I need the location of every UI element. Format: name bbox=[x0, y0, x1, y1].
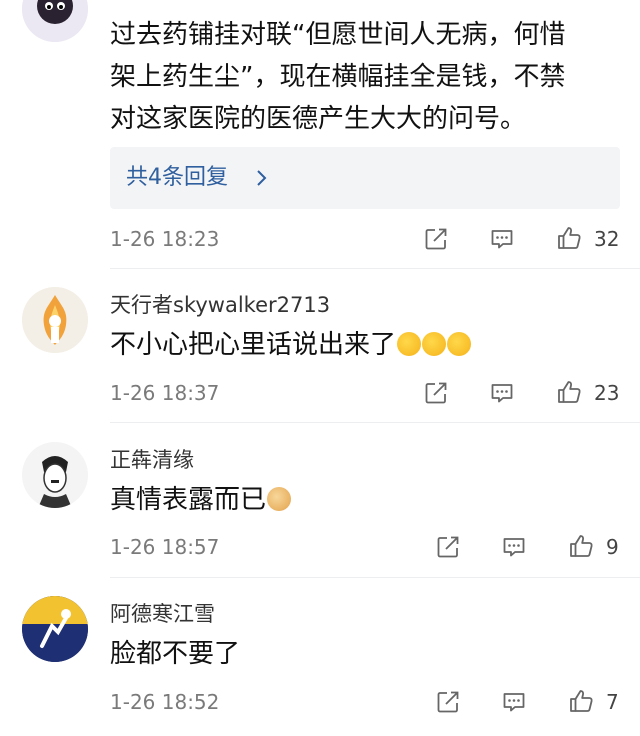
comment-icon[interactable] bbox=[500, 688, 528, 716]
share-icon[interactable] bbox=[434, 533, 462, 561]
avatar[interactable] bbox=[22, 596, 88, 662]
comment-text-body: 不小心把心里话说出来了 bbox=[110, 330, 397, 360]
comment-text: 脸都不要了 bbox=[110, 639, 241, 669]
avatar[interactable] bbox=[22, 287, 88, 353]
like-count: 32 bbox=[594, 227, 620, 251]
replies-label: 共4条回复 bbox=[126, 165, 228, 190]
sweat-emoji-icon bbox=[422, 332, 447, 356]
comment-text-body: 真情表露而已 bbox=[110, 485, 267, 515]
like-icon[interactable] bbox=[555, 378, 583, 406]
sweat-emoji-icon bbox=[397, 332, 422, 356]
divider bbox=[110, 577, 640, 578]
like-count: 7 bbox=[606, 690, 619, 714]
replies-link[interactable]: 共4条回复 bbox=[110, 147, 620, 209]
comment-text: 真情表露而已 bbox=[110, 479, 292, 521]
comment-text: 对这家医院的医德产生大大的问号。 bbox=[110, 104, 527, 134]
comment-time: 1-26 18:23 bbox=[110, 227, 220, 251]
avatar[interactable] bbox=[22, 442, 88, 508]
like-icon[interactable] bbox=[567, 532, 595, 560]
username[interactable]: 天行者skywalker2713 bbox=[110, 291, 330, 319]
comment-text: 过去药铺挂对联“但愿世间人无病，何惜 bbox=[110, 20, 566, 50]
sweat-emoji-icon bbox=[447, 332, 472, 356]
comment-text: 不小心把心里话说出来了 bbox=[110, 324, 472, 366]
username[interactable]: 阿德寒江雪 bbox=[110, 600, 215, 628]
like-icon[interactable] bbox=[567, 687, 595, 715]
username[interactable]: 正犇清缘 bbox=[110, 446, 194, 474]
share-icon[interactable] bbox=[422, 379, 450, 407]
comment-text: 架上药生尘”，现在横幅挂全是钱，不禁 bbox=[110, 62, 566, 92]
like-icon[interactable] bbox=[555, 224, 583, 252]
comment-time: 1-26 18:37 bbox=[110, 381, 220, 405]
divider bbox=[110, 268, 640, 269]
comment-icon[interactable] bbox=[488, 225, 516, 253]
doge-emoji-icon bbox=[267, 487, 292, 511]
avatar[interactable] bbox=[22, 0, 88, 42]
comment-icon[interactable] bbox=[500, 533, 528, 561]
comment-icon[interactable] bbox=[488, 379, 516, 407]
like-count: 9 bbox=[606, 535, 619, 559]
chevron-right-icon bbox=[257, 170, 267, 186]
comment-time: 1-26 18:52 bbox=[110, 690, 220, 714]
comment-time: 1-26 18:57 bbox=[110, 535, 220, 559]
like-count: 23 bbox=[594, 381, 620, 405]
divider bbox=[110, 422, 640, 423]
share-icon[interactable] bbox=[422, 225, 450, 253]
share-icon[interactable] bbox=[434, 688, 462, 716]
